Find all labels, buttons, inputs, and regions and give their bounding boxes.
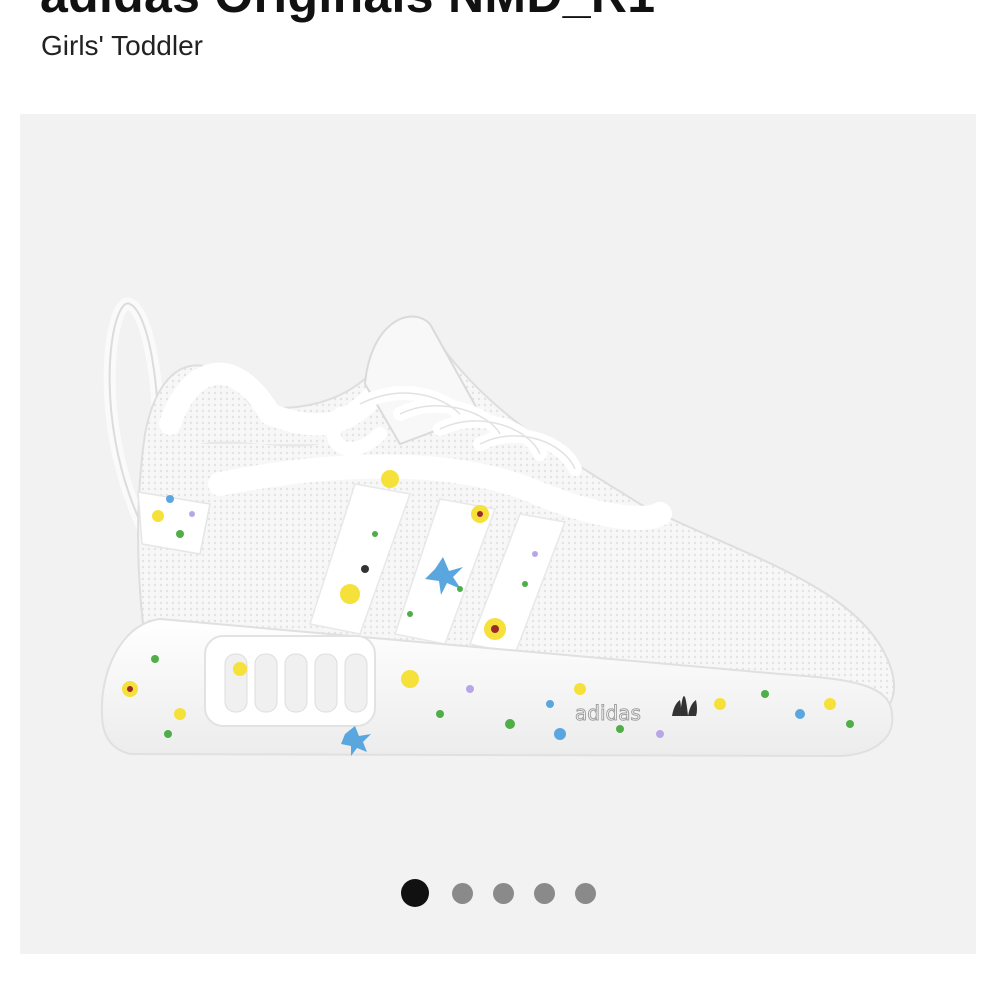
brand-print: adidas [575,701,641,725]
product-title: adidas Originals NMD_R1 [40,0,655,22]
carousel-dot-2[interactable] [451,882,473,904]
carousel-dot-5[interactable] [574,882,596,904]
carousel-pagination [20,878,976,908]
product-page: adidas Originals NMD_R1 Girls' Toddler [0,0,1000,1000]
product-image[interactable]: adidas [20,114,976,954]
carousel-dot-3[interactable] [492,882,514,904]
product-subtitle: Girls' Toddler [41,30,203,61]
carousel-dot-1[interactable] [400,879,429,907]
carousel-dot-4[interactable] [533,882,555,904]
product-image-carousel[interactable]: adidas [20,114,976,954]
